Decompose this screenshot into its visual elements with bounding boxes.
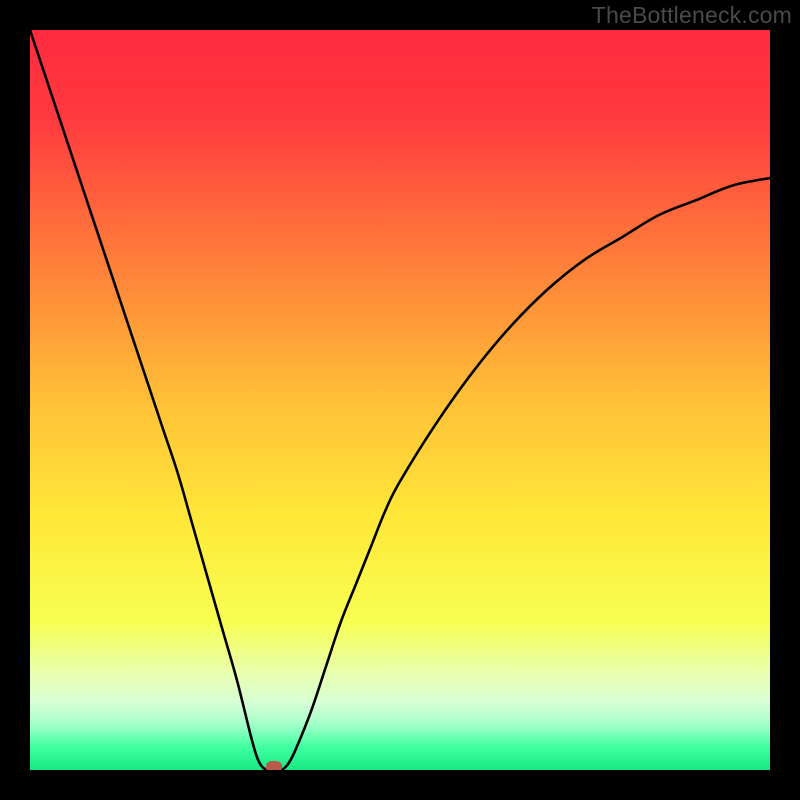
plot-area (30, 30, 770, 770)
optimal-point-marker (266, 761, 282, 770)
watermark-text: TheBottleneck.com (592, 2, 792, 29)
curve-layer (30, 30, 770, 770)
chart-frame: TheBottleneck.com (0, 0, 800, 800)
bottleneck-curve (30, 30, 770, 770)
